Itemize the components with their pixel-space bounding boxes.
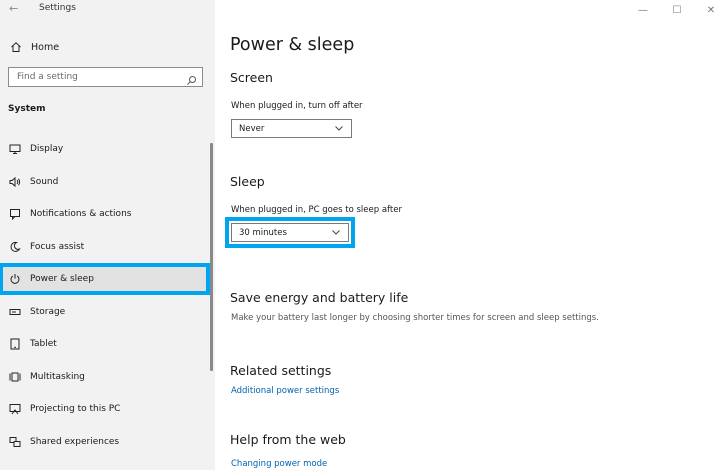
changing-power-mode-link[interactable]: Changing power mode — [231, 459, 327, 469]
search-box[interactable] — [8, 67, 203, 87]
sidebar-item-focus-assist[interactable]: Focus assist — [0, 231, 215, 264]
chevron-down-icon — [331, 227, 341, 240]
title-bar: ← Settings — [0, 0, 215, 20]
window-controls: — ☐ ✕ — [626, 0, 728, 20]
power-icon — [8, 272, 22, 286]
additional-power-settings-link[interactable]: Additional power settings — [231, 386, 339, 396]
sidebar-item-label: Display — [30, 144, 64, 155]
chevron-down-icon — [334, 123, 344, 136]
sidebar-scrollbar[interactable] — [210, 143, 213, 371]
save-energy-description: Make your battery last longer by choosin… — [231, 313, 599, 323]
sidebar-item-tablet[interactable]: Tablet — [0, 328, 215, 361]
storage-icon — [8, 305, 22, 319]
sidebar-item-projecting[interactable]: Projecting to this PC — [0, 393, 215, 426]
home-icon — [9, 40, 23, 54]
sidebar-item-label: Focus assist — [30, 241, 85, 252]
close-button[interactable]: ✕ — [694, 0, 728, 20]
sidebar-item-label: Sound — [30, 176, 59, 187]
screen-timeout-dropdown[interactable]: Never — [231, 119, 352, 138]
sidebar-item-display[interactable]: Display — [0, 133, 215, 166]
sidebar-item-notifications[interactable]: Notifications & actions — [0, 198, 215, 231]
sidebar-item-label: Storage — [30, 306, 66, 317]
screen-heading: Screen — [230, 70, 273, 85]
sidebar-item-label: Power & sleep — [30, 274, 94, 284]
help-heading: Help from the web — [230, 432, 346, 447]
projecting-icon — [8, 402, 22, 416]
back-arrow-icon[interactable]: ← — [9, 2, 18, 15]
sound-icon — [8, 175, 22, 189]
sidebar-item-multitasking[interactable]: Multitasking — [0, 361, 215, 394]
sidebar-item-shared-experiences[interactable]: Shared experiences — [0, 426, 215, 459]
home-link[interactable]: Home — [9, 39, 59, 55]
focus-assist-icon — [8, 240, 22, 254]
maximize-button[interactable]: ☐ — [660, 0, 694, 20]
sleep-timeout-dropdown[interactable]: 30 minutes — [225, 217, 355, 248]
tablet-icon — [8, 337, 22, 351]
sidebar-nav: Display Sound Notifications & actions Fo… — [0, 133, 215, 458]
sidebar-item-storage[interactable]: Storage — [0, 296, 215, 329]
sidebar-item-label: Shared experiences — [30, 436, 120, 447]
sidebar-item-label: Projecting to this PC — [30, 404, 121, 415]
sleep-label: When plugged in, PC goes to sleep after — [231, 205, 402, 215]
related-settings-heading: Related settings — [230, 363, 332, 378]
sleep-heading: Sleep — [230, 174, 265, 189]
minimize-button[interactable]: — — [626, 0, 660, 20]
search-input[interactable] — [17, 68, 182, 86]
save-energy-heading: Save energy and battery life — [230, 290, 409, 305]
sidebar: ← Settings Home System Display Sound — [0, 0, 215, 470]
main-content: — ☐ ✕ Power & sleep Screen When plugged … — [215, 0, 728, 470]
sidebar-item-label: Multitasking — [30, 371, 85, 382]
notifications-icon — [8, 207, 22, 221]
sidebar-item-label: Notifications & actions — [30, 209, 132, 220]
screen-timeout-value: Never — [239, 123, 265, 134]
section-label-system: System — [8, 104, 46, 114]
sidebar-item-label: Tablet — [30, 339, 57, 350]
shared-icon — [8, 435, 22, 449]
screen-label: When plugged in, turn off after — [231, 101, 363, 111]
sleep-timeout-value: 30 minutes — [239, 227, 287, 238]
search-icon[interactable] — [186, 71, 197, 90]
multitasking-icon — [8, 370, 22, 384]
app-title: Settings — [39, 3, 76, 13]
page-title: Power & sleep — [230, 35, 355, 55]
home-label: Home — [31, 41, 60, 53]
sidebar-item-sound[interactable]: Sound — [0, 166, 215, 199]
display-icon — [8, 142, 22, 156]
sidebar-item-power-sleep[interactable]: Power & sleep — [0, 263, 210, 295]
